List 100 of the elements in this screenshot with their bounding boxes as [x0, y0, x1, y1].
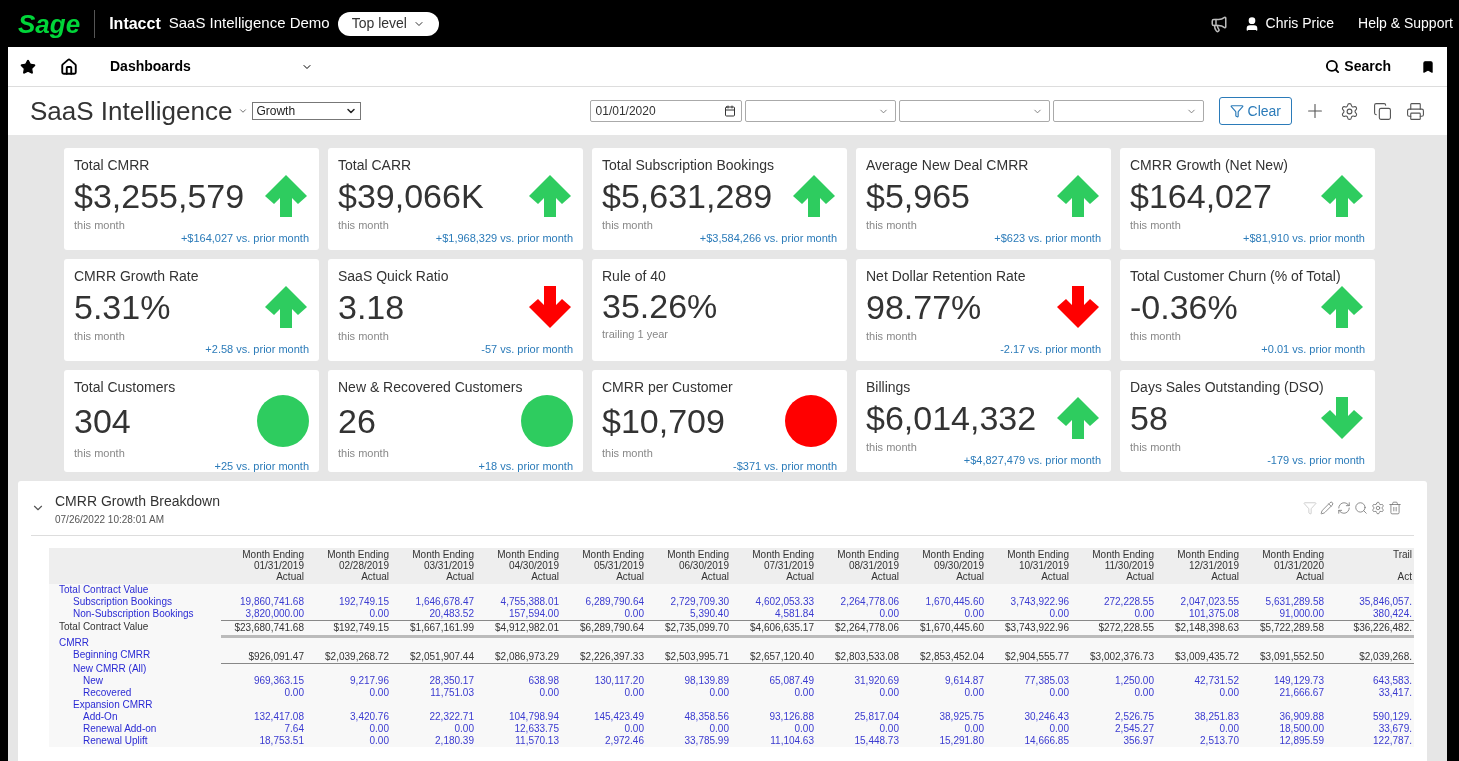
column-type: Actual: [701, 571, 729, 582]
column-date: 01/31/2020: [1273, 560, 1324, 571]
table-cell: $3,091,552.50: [1260, 650, 1324, 662]
row-label[interactable]: Recovered: [83, 687, 132, 698]
table-cell: 65,087.49: [769, 675, 814, 686]
kpi-subtitle: trailing 1 year: [602, 328, 669, 340]
table-cell: 20,483.52: [429, 608, 474, 619]
table-cell: 6,289,790.64: [585, 596, 644, 607]
search-button[interactable]: Search: [1325, 56, 1391, 77]
table-cell: 0.00: [624, 723, 644, 734]
table-cell: 0.00: [1049, 687, 1069, 698]
row-label[interactable]: Expansion CMRR: [73, 699, 153, 710]
table-cell: 3,420.76: [350, 711, 389, 722]
clear-button[interactable]: Clear: [1218, 97, 1292, 125]
table-cell: 0.00: [369, 687, 389, 698]
filter-dropdown[interactable]: [898, 100, 1050, 122]
megaphone-icon[interactable]: [1209, 14, 1228, 33]
settings-icon[interactable]: [1340, 101, 1359, 121]
column-type: Actual: [616, 571, 644, 582]
table-cell: 101,375.08: [1188, 608, 1239, 619]
kpi-subtitle: this month: [866, 330, 917, 342]
logo[interactable]: Sage: [18, 10, 81, 37]
kpi-value: $5,965: [866, 176, 970, 217]
date-field[interactable]: 01/01/2020: [589, 100, 742, 122]
table-cell: 0.00: [709, 687, 729, 698]
table-cell: 5,631,289.58: [1265, 596, 1324, 607]
kpi-comparison: +$3,584,266 vs. prior month: [699, 231, 837, 245]
table-cell: 0.00: [964, 608, 984, 619]
table-cell: 122,787.: [1373, 735, 1412, 746]
table-cell: $3,009,435.72: [1175, 650, 1239, 662]
table-cell: 21,666.67: [1279, 687, 1324, 698]
refresh-icon[interactable]: [1337, 501, 1351, 515]
kpi-value: $39,066K: [338, 176, 484, 217]
table-cell: 0.00: [284, 687, 304, 698]
table-cell: 0.00: [964, 723, 984, 734]
table-cell: 0.00: [879, 723, 899, 734]
row-label[interactable]: New: [83, 675, 103, 686]
chevron-icon[interactable]: [238, 106, 249, 116]
kpi-value: $10,709: [602, 401, 725, 442]
kpi-value: 304: [74, 401, 131, 442]
table-cell: 93,126.88: [769, 711, 814, 722]
column-header: Month Ending: [1007, 549, 1069, 560]
column-header: Month Ending: [497, 549, 559, 560]
row-label[interactable]: CMRR: [59, 636, 89, 648]
table-cell: $2,735,099.70: [665, 622, 729, 633]
kpi-subtitle: this month: [338, 219, 389, 231]
filter-dropdown[interactable]: [1052, 100, 1204, 122]
panel-timestamp: 07/26/2022 10:28:01 AM: [55, 513, 165, 527]
row-label[interactable]: Non-Subscription Bookings: [73, 608, 194, 619]
table-cell: $2,264,778.06: [835, 622, 899, 633]
help-link[interactable]: Help & Support: [1358, 13, 1453, 34]
row-label[interactable]: Subscription Bookings: [73, 596, 172, 607]
table-cell: 33,679.: [1378, 723, 1412, 734]
trash-icon[interactable]: [1388, 501, 1402, 515]
kpi-subtitle: this month: [74, 219, 125, 231]
bookmark-icon[interactable]: [1421, 59, 1435, 74]
level-button[interactable]: Top level: [337, 11, 439, 36]
row-label[interactable]: Renewal Add-on: [83, 723, 157, 734]
column-header: Month Ending: [582, 549, 644, 560]
dashboards-menu[interactable]: Dashboards: [110, 56, 313, 77]
kpi-title: CMRR Growth (Net New): [1130, 157, 1289, 173]
kpi-title: CMRR per Customer: [602, 379, 734, 395]
table-cell: 12,895.59: [1279, 735, 1324, 746]
column-header: Month Ending: [837, 549, 899, 560]
row-label[interactable]: New CMRR (All): [73, 663, 147, 674]
table-cell: $2,904,555.77: [1005, 650, 1069, 662]
row-label[interactable]: Add-On: [83, 711, 118, 722]
table-cell: 4,602,053.33: [755, 596, 814, 607]
kpi-value: -0.36%: [1130, 287, 1238, 328]
view-select[interactable]: Growth: [252, 102, 362, 120]
copy-icon[interactable]: [1373, 101, 1392, 121]
table-cell: 1,670,445.60: [925, 596, 984, 607]
kpi-subtitle: this month: [602, 219, 653, 231]
printer-icon[interactable]: [1406, 101, 1425, 121]
pencil-icon[interactable]: [1320, 501, 1334, 515]
row-label[interactable]: Renewal Uplift: [83, 735, 148, 746]
kpi-subtitle: this month: [338, 330, 389, 342]
row-label[interactable]: Total Contract Value: [59, 584, 149, 595]
table-cell: $2,086,973.29: [495, 650, 559, 662]
table-cell: 0.00: [539, 687, 559, 698]
column-header: Month Ending: [1177, 549, 1239, 560]
table-cell: 638.98: [528, 675, 559, 686]
row-label: Total Contract Value: [59, 620, 149, 632]
settings-icon[interactable]: [1371, 501, 1385, 515]
table-cell: $3,743,922.96: [1005, 622, 1069, 633]
user-name[interactable]: Chris Price: [1265, 13, 1335, 34]
star-icon[interactable]: [20, 58, 36, 75]
kpi-subtitle: this month: [338, 447, 389, 459]
panel-title: CMRR Growth Breakdown: [55, 492, 220, 511]
table-cell: 2,513.70: [1200, 735, 1239, 746]
column-header: Month Ending: [1262, 549, 1324, 560]
kpi-value: 98.77%: [866, 287, 982, 328]
search-icon[interactable]: [1354, 501, 1368, 515]
filter-dropdown[interactable]: [744, 100, 896, 122]
row-label[interactable]: Beginning CMRR: [73, 648, 151, 660]
table-cell: 0.00: [964, 687, 984, 698]
home-icon[interactable]: [60, 57, 78, 76]
table-cell: 48,358.56: [684, 711, 729, 722]
table-cell: 9,614.87: [945, 675, 984, 686]
kpi-title: Total Customers: [74, 379, 177, 395]
